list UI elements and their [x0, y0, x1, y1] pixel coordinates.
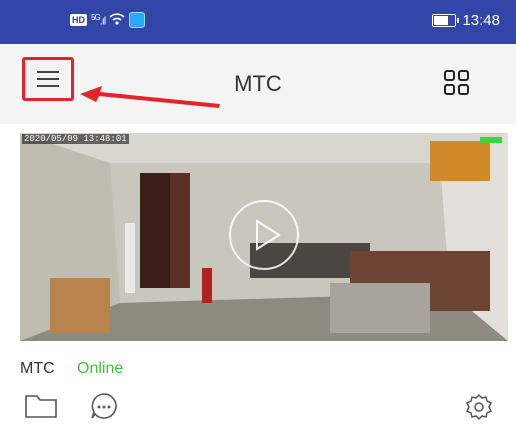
status-indicators: HD 5G.ıl [70, 12, 146, 28]
play-icon[interactable] [229, 200, 299, 270]
video-timestamp: 2020/05/09 13:48:01 [22, 134, 129, 144]
folder-icon[interactable] [24, 393, 58, 424]
hd-badge: HD [70, 14, 87, 26]
signal-strength-bar [480, 137, 502, 143]
grid-layout-icon[interactable] [444, 70, 472, 98]
device-status: Online [77, 360, 124, 377]
battery-icon [432, 14, 460, 27]
clock: 13:48 [462, 12, 500, 29]
app-bar: MTC [0, 44, 516, 124]
status-right: 13:48 [432, 12, 500, 29]
status-bar: HD 5G.ıl 13:48 [0, 0, 516, 44]
app-notification-icon [129, 12, 146, 28]
wifi-icon [109, 12, 125, 28]
camera-preview[interactable]: 2020/05/09 13:48:01 [20, 133, 508, 341]
device-name: MTC [20, 360, 55, 377]
page-title: MTC [234, 71, 282, 96]
message-icon[interactable] [90, 392, 118, 425]
settings-icon[interactable] [465, 393, 493, 426]
cell-signal-icon: 5G.ıl [91, 12, 106, 28]
